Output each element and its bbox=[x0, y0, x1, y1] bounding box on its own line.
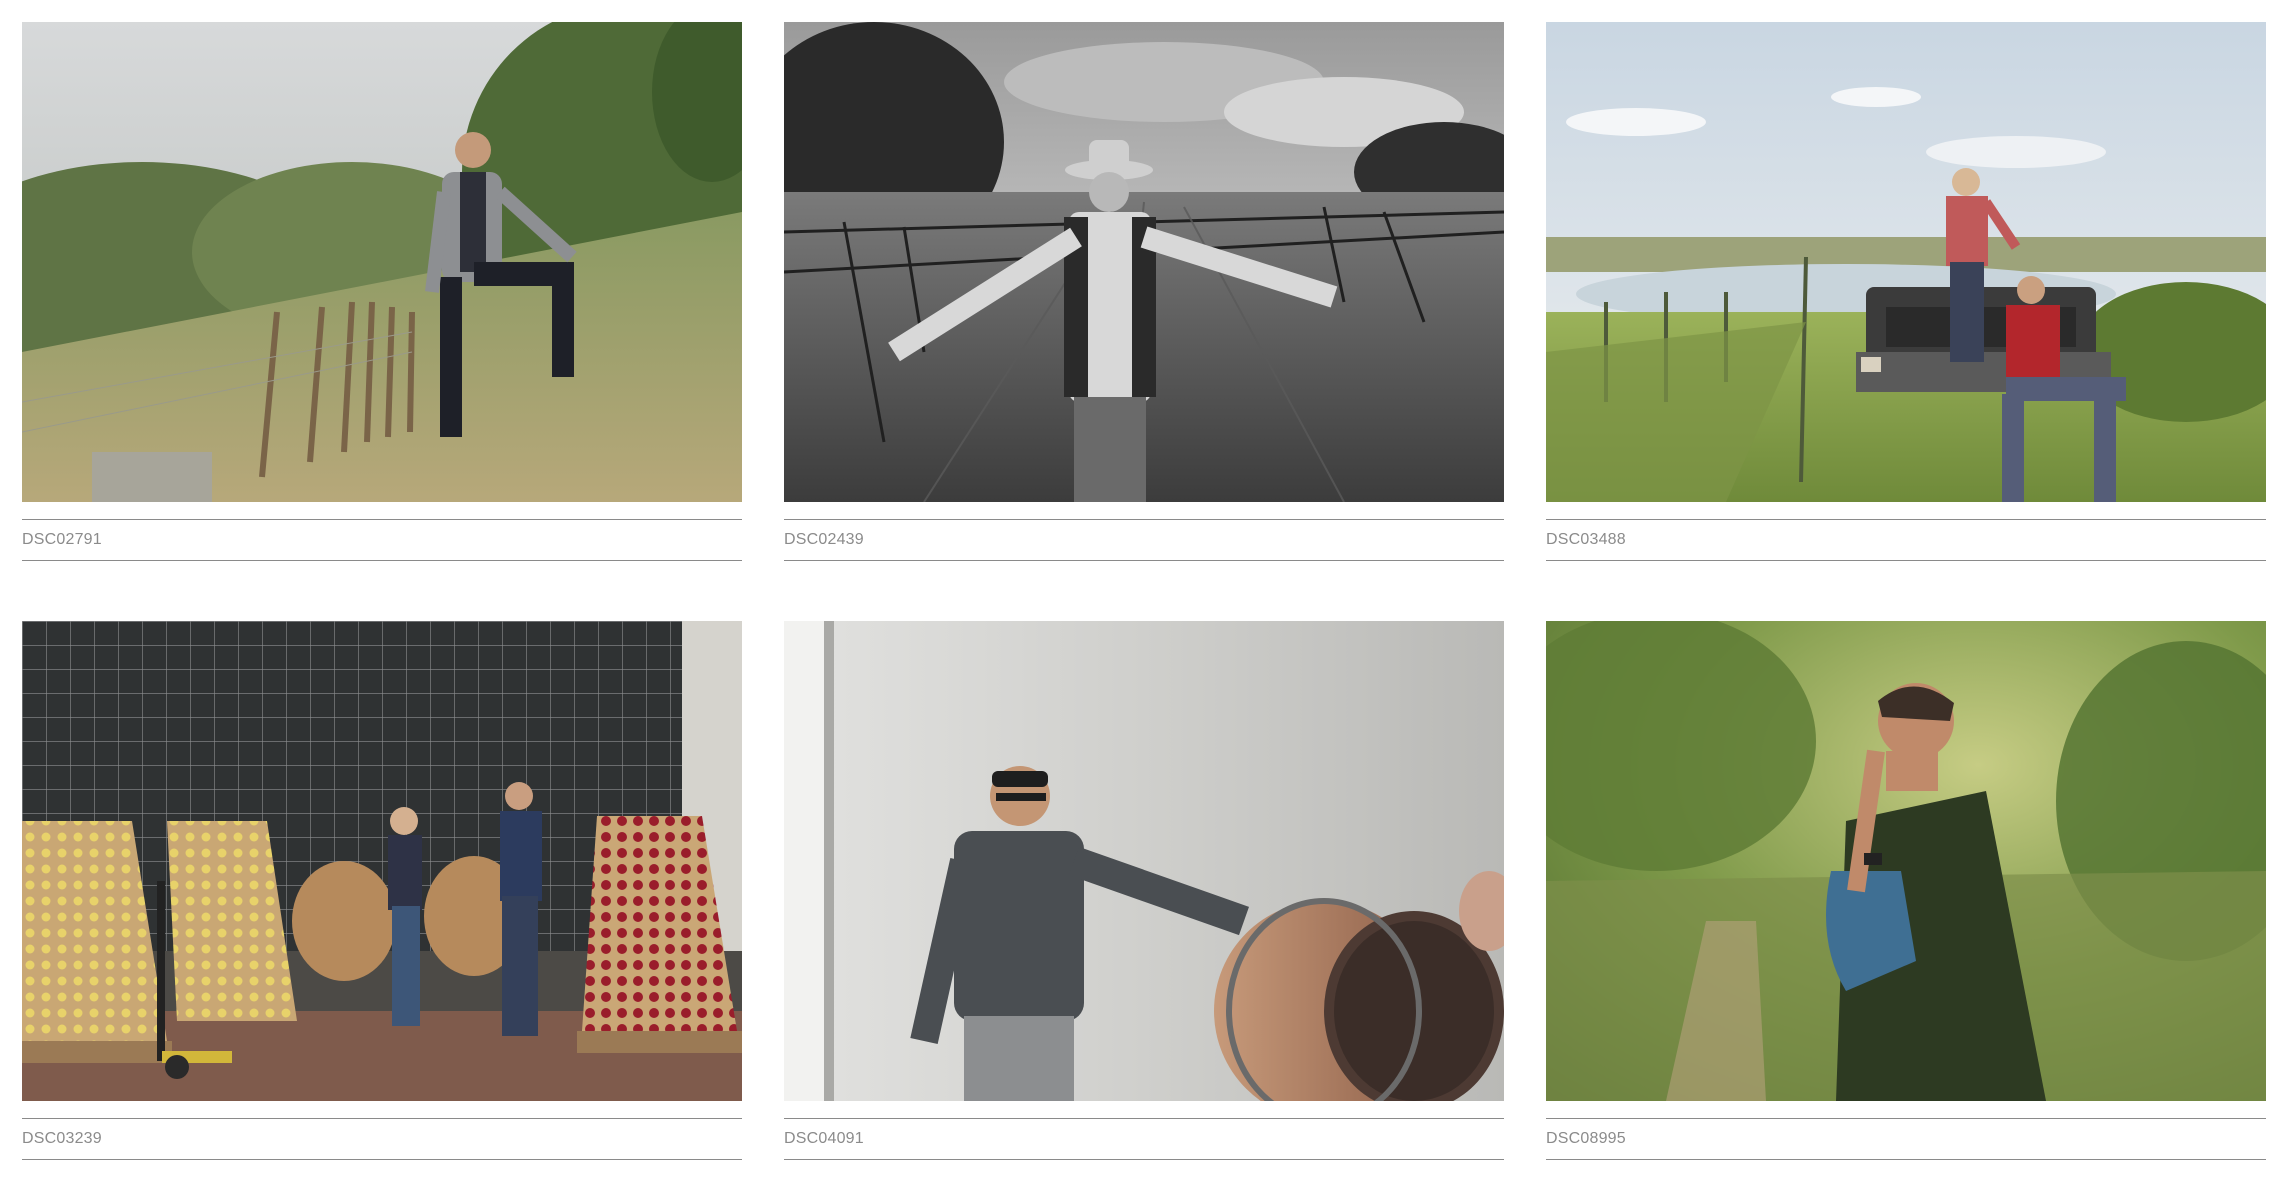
photo-thumbnail[interactable] bbox=[1546, 621, 2266, 1101]
caption-bar: DSC04091 bbox=[784, 1118, 1504, 1160]
photo-thumbnail[interactable] bbox=[784, 22, 1504, 502]
photo-thumbnail[interactable] bbox=[1546, 22, 2266, 502]
gallery-item: DSC03239 bbox=[22, 621, 742, 1160]
photo-thumbnail[interactable] bbox=[22, 22, 742, 502]
caption-bar: DSC03488 bbox=[1546, 519, 2266, 561]
gallery-item: DSC02791 bbox=[22, 22, 742, 561]
caption-bar: DSC08995 bbox=[1546, 1118, 2266, 1160]
caption-bar: DSC02439 bbox=[784, 519, 1504, 561]
photo-caption[interactable]: DSC02791 bbox=[22, 531, 102, 549]
gallery-item: DSC08995 bbox=[1546, 621, 2266, 1160]
photo-thumbnail[interactable] bbox=[22, 621, 742, 1101]
photo-gallery: DSC02791 DSC02439 DSC03488 DSC03239 DSC0… bbox=[22, 22, 2268, 1160]
photo-caption[interactable]: DSC02439 bbox=[784, 531, 864, 549]
photo-caption[interactable]: DSC08995 bbox=[1546, 1130, 1626, 1148]
caption-bar: DSC02791 bbox=[22, 519, 742, 561]
photo-caption[interactable]: DSC03488 bbox=[1546, 531, 1626, 549]
gallery-item: DSC04091 bbox=[784, 621, 1504, 1160]
gallery-item: DSC03488 bbox=[1546, 22, 2266, 561]
caption-bar: DSC03239 bbox=[22, 1118, 742, 1160]
photo-caption[interactable]: DSC04091 bbox=[784, 1130, 864, 1148]
photo-thumbnail[interactable] bbox=[784, 621, 1504, 1101]
photo-caption[interactable]: DSC03239 bbox=[22, 1130, 102, 1148]
gallery-item: DSC02439 bbox=[784, 22, 1504, 561]
